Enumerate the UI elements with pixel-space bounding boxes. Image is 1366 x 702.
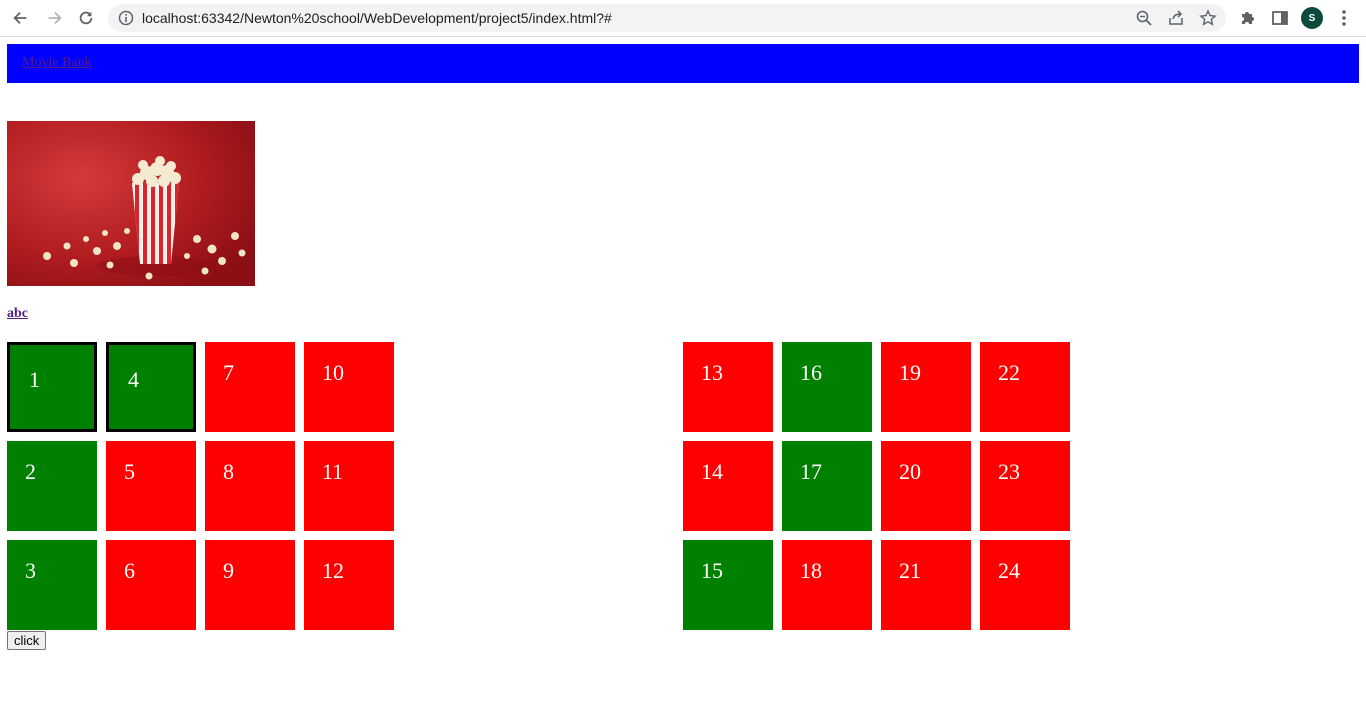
side-panel-icon[interactable] [1270,8,1290,28]
tile-number: 3 [25,558,36,583]
tile-number: 11 [322,459,344,484]
arrow-left-icon [13,11,27,25]
tile-12[interactable]: 12 [304,540,394,630]
click-button[interactable]: click [7,631,47,650]
tile-number: 23 [998,459,1020,484]
forward-button[interactable] [40,4,68,32]
more-menu-icon[interactable] [1336,8,1352,28]
tile-14[interactable]: 14 [683,441,773,531]
tile-19[interactable]: 19 [881,342,971,432]
popcorn-image [7,121,255,286]
tile-number: 10 [322,360,344,385]
tile-16[interactable]: 16 [782,342,872,432]
tile-2[interactable]: 2 [7,441,97,531]
url-text[interactable]: localhost:63342/Newton%20school/WebDevel… [142,4,612,32]
tile-number: 15 [701,558,723,583]
tile-number: 13 [701,360,723,385]
tile-number: 6 [124,558,135,583]
tile-4[interactable]: 4 [106,342,196,432]
tile-number: 21 [899,558,921,583]
browser-toolbar: localhost:63342/Newton%20school/WebDevel… [0,0,1366,37]
tile-number: 22 [998,360,1020,385]
tile-5[interactable]: 5 [106,441,196,531]
site-navbar: Movie Bank [7,44,1359,83]
tile-3[interactable]: 3 [7,540,97,630]
tile-number: 12 [322,558,344,583]
tile-6[interactable]: 6 [106,540,196,630]
tile-number: 7 [223,360,234,385]
tile-1[interactable]: 1 [7,342,97,432]
abc-link[interactable]: abc [7,306,28,322]
tile-number: 9 [223,558,234,583]
tile-23[interactable]: 23 [980,441,1070,531]
tile-20[interactable]: 20 [881,441,971,531]
tile-number: 18 [800,558,822,583]
tile-8[interactable]: 8 [205,441,295,531]
tile-7[interactable]: 7 [205,342,295,432]
back-button[interactable] [7,4,35,32]
popcorn-illustration [7,121,255,286]
arrow-right-icon [48,11,62,25]
tile-22[interactable]: 22 [980,342,1070,432]
share-icon[interactable] [1167,9,1185,27]
tile-number: 4 [128,367,139,392]
tile-17[interactable]: 17 [782,441,872,531]
tile-number: 2 [25,459,36,484]
tile-number: 16 [800,360,822,385]
tile-number: 19 [899,360,921,385]
address-bar[interactable]: localhost:63342/Newton%20school/WebDevel… [108,4,1226,32]
tile-13[interactable]: 13 [683,342,773,432]
tile-number: 24 [998,558,1020,583]
tile-15[interactable]: 15 [683,540,773,630]
movie-bank-link[interactable]: Movie Bank [22,55,92,71]
tile-number: 20 [899,459,921,484]
tile-18[interactable]: 18 [782,540,872,630]
tile-number: 1 [29,367,40,392]
extensions-icon[interactable] [1238,8,1258,28]
tile-number: 17 [800,459,822,484]
reload-button[interactable] [72,4,100,32]
info-icon[interactable] [118,10,134,26]
zoom-icon[interactable] [1135,9,1153,27]
tile-10[interactable]: 10 [304,342,394,432]
tile-11[interactable]: 11 [304,441,394,531]
tile-number: 5 [124,459,135,484]
tile-24[interactable]: 24 [980,540,1070,630]
tile-21[interactable]: 21 [881,540,971,630]
reload-icon [79,11,93,25]
tile-number: 8 [223,459,234,484]
bookmark-star-icon[interactable] [1199,9,1217,27]
profile-avatar[interactable]: S [1301,7,1323,29]
tile-number: 14 [701,459,723,484]
tile-9[interactable]: 9 [205,540,295,630]
